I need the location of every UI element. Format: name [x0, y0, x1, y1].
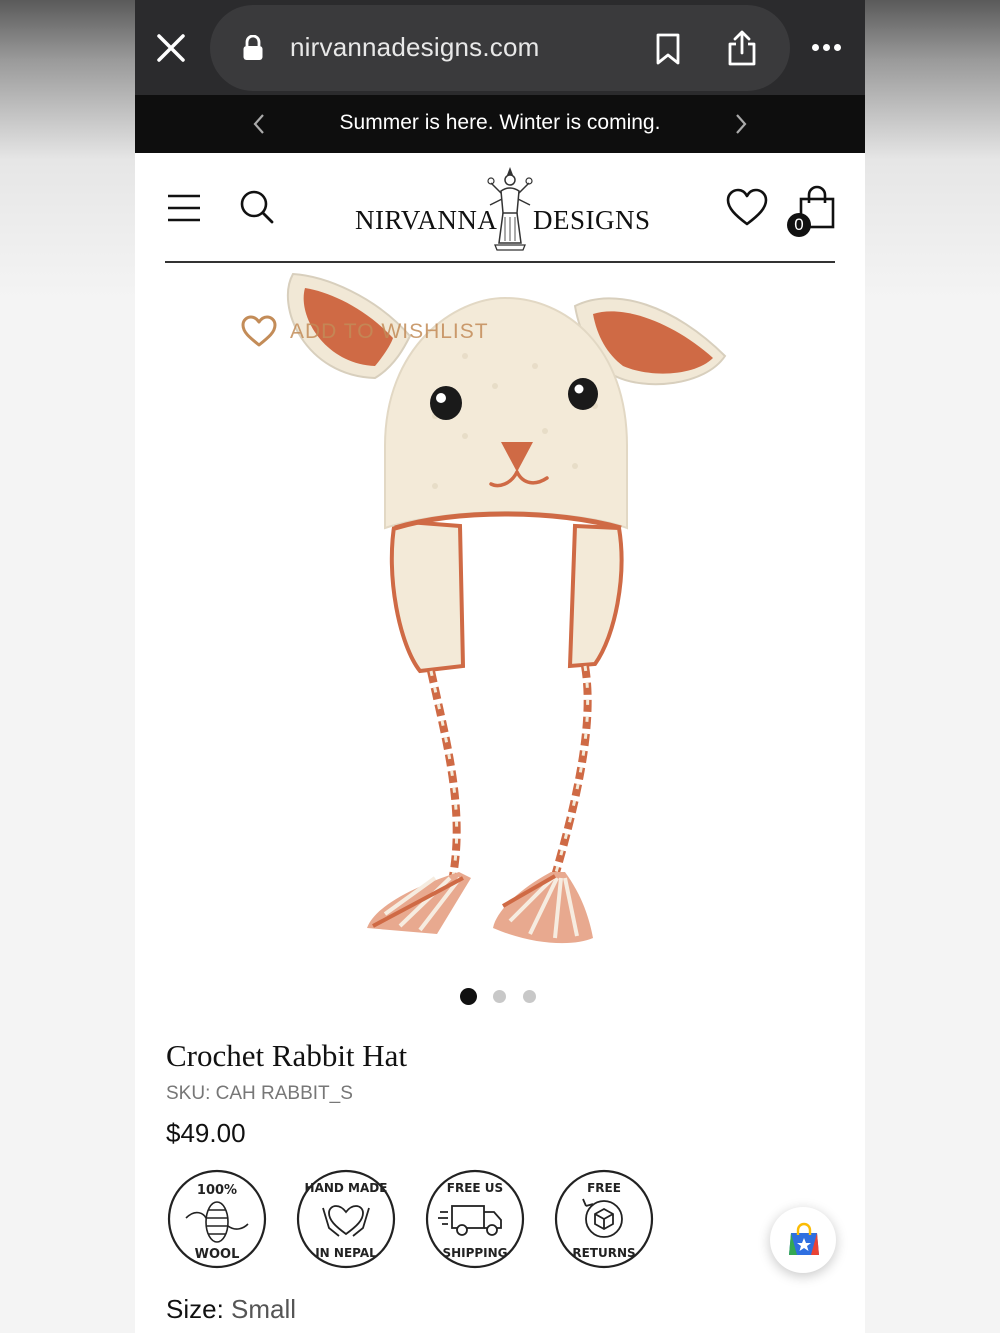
address-bar[interactable]: nirvannadesigns.com	[210, 5, 790, 91]
svg-text:100%: 100%	[197, 1183, 237, 1198]
bookmark-icon[interactable]	[655, 33, 681, 65]
url-text: nirvannadesigns.com	[290, 32, 540, 62]
svg-text:FREE US: FREE US	[447, 1181, 503, 1195]
logo-text-right: DESIGNS	[533, 205, 651, 235]
svg-text:FREE: FREE	[587, 1181, 621, 1195]
cart-count-badge: 0	[787, 213, 811, 237]
badge-wool: 100% WOOL	[166, 1168, 268, 1270]
badge-free-returns: FREE RETURNS	[553, 1168, 655, 1270]
site-logo[interactable]: NIRVANNA DESIGNS	[353, 165, 651, 251]
browser-toolbar: nirvannadesigns.com	[135, 0, 865, 95]
heart-icon[interactable]	[725, 187, 769, 227]
product-badges: 100% WOOL HAND MADE IN NEPAL FREE US SHI…	[166, 1168, 666, 1274]
image-carousel-dots	[460, 988, 550, 1007]
product-price: $49.00	[166, 1118, 246, 1148]
more-icon[interactable]	[810, 38, 844, 58]
logo-deity-figure	[487, 165, 533, 251]
chevron-right-icon[interactable]	[732, 112, 750, 136]
menu-icon[interactable]	[167, 193, 201, 223]
site-header: NIRVANNA DESIGNS 0	[135, 153, 865, 263]
search-icon[interactable]	[239, 189, 275, 225]
logo-text-left: NIRVANNA	[355, 205, 498, 235]
svg-text:WOOL: WOOL	[195, 1247, 240, 1262]
carousel-dot-2[interactable]	[493, 990, 506, 1003]
add-to-wishlist-button[interactable]: ADD TO WISHLIST	[240, 312, 500, 352]
right-tassel	[493, 872, 593, 944]
size-label: Size:	[166, 1294, 224, 1324]
badge-handmade: HAND MADE IN NEPAL	[295, 1168, 397, 1270]
svg-text:SHIPPING: SHIPPING	[442, 1246, 507, 1260]
svg-text:HAND MADE: HAND MADE	[305, 1181, 388, 1195]
badge-free-shipping: FREE US SHIPPING	[424, 1168, 526, 1270]
header-divider	[165, 261, 835, 263]
announcement-bar: Summer is here. Winter is coming.	[135, 95, 865, 153]
product-image[interactable]	[235, 266, 755, 956]
size-selector-label: Size: Small	[166, 1294, 296, 1325]
shopping-bag-star-icon	[789, 1222, 819, 1255]
carousel-dot-1[interactable]	[460, 988, 477, 1005]
left-tassel	[367, 872, 471, 934]
svg-text:RETURNS: RETURNS	[572, 1246, 635, 1260]
size-value: Small	[231, 1294, 297, 1324]
carousel-dot-3[interactable]	[523, 990, 536, 1003]
shop-app-button[interactable]	[770, 1207, 836, 1273]
lock-icon	[242, 34, 264, 61]
close-icon[interactable]	[155, 32, 187, 64]
wishlist-label: ADD TO WISHLIST	[290, 320, 489, 343]
product-sku: SKU: CAH RABBIT_S	[166, 1083, 353, 1104]
svg-text:IN NEPAL: IN NEPAL	[315, 1246, 377, 1260]
phone-screen: nirvannadesigns.com Summer is here. Wint…	[135, 0, 865, 1333]
product-title: Crochet Rabbit Hat	[166, 1038, 408, 1073]
heart-outline-icon	[241, 315, 277, 347]
announcement-text: Summer is here. Winter is coming.	[339, 111, 661, 134]
share-icon[interactable]	[727, 29, 757, 67]
